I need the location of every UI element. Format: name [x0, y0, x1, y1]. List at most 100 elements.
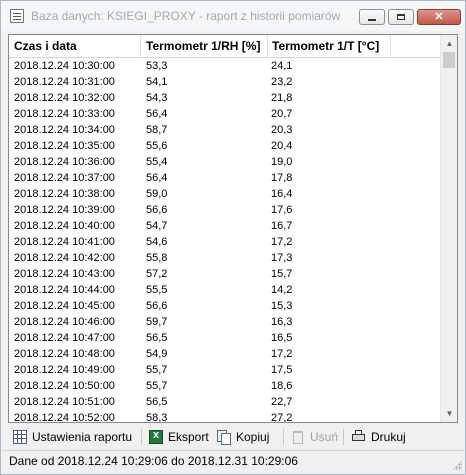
cell-temp: 18,6 — [271, 380, 293, 392]
report-settings-label: Ustawienia raportu — [32, 430, 133, 444]
vertical-scrollbar[interactable]: ▲ ▼ — [440, 35, 457, 422]
cell-rh: 56,4 — [146, 172, 168, 184]
cell-time: 2018.12.24 10:47:00 — [14, 332, 115, 344]
cell-temp: 16,7 — [271, 220, 293, 232]
cell-time: 2018.12.24 10:48:00 — [14, 348, 115, 360]
cell-temp: 16,5 — [271, 332, 293, 344]
cell-time: 2018.12.24 10:36:00 — [14, 156, 115, 168]
copy-button[interactable]: Kopiuj — [217, 427, 269, 447]
cell-time: 2018.12.24 10:52:00 — [14, 412, 115, 423]
cell-rh: 56,4 — [146, 108, 168, 120]
cell-rh: 55,7 — [146, 364, 168, 376]
table-row[interactable]: 2018.12.24 10:49:00 55,7 17,5 — [9, 362, 441, 378]
delete-button[interactable]: Usuń — [291, 427, 338, 447]
cell-time: 2018.12.24 10:41:00 — [14, 236, 115, 248]
cell-time: 2018.12.24 10:50:00 — [14, 380, 115, 392]
table-row[interactable]: 2018.12.24 10:40:00 54,7 16,7 — [9, 218, 441, 234]
cell-temp: 17,2 — [271, 348, 293, 360]
trash-icon — [293, 430, 303, 444]
maximize-icon — [397, 14, 405, 20]
close-button[interactable]: ✕ — [417, 9, 461, 25]
cell-temp: 15,7 — [271, 268, 293, 280]
cell-time: 2018.12.24 10:43:00 — [14, 268, 115, 280]
print-button[interactable]: Drukuj — [352, 427, 406, 447]
delete-label: Usuń — [310, 430, 339, 444]
table-row[interactable]: 2018.12.24 10:52:00 58,3 27,2 — [9, 410, 441, 423]
cell-time: 2018.12.24 10:33:00 — [14, 108, 115, 120]
cell-time: 2018.12.24 10:30:00 — [14, 60, 115, 72]
export-button[interactable]: Eksport — [149, 427, 209, 447]
table-row[interactable]: 2018.12.24 10:31:00 54,1 23,2 — [9, 74, 441, 90]
table-row[interactable]: 2018.12.24 10:41:00 54,6 17,2 — [9, 234, 441, 250]
cell-temp: 17,6 — [271, 204, 293, 216]
cell-temp: 21,8 — [271, 92, 293, 104]
cell-temp: 17,5 — [271, 364, 293, 376]
app-icon — [10, 9, 24, 23]
resize-grip-icon[interactable] — [452, 460, 462, 470]
scroll-up-icon: ▲ — [445, 39, 454, 48]
table-row[interactable]: 2018.12.24 10:47:00 56,5 16,5 — [9, 330, 441, 346]
table-row[interactable]: 2018.12.24 10:38:00 59,0 16,4 — [9, 186, 441, 202]
column-header-temp[interactable]: Termometr 1/T [°C] — [267, 35, 391, 57]
copy-label: Kopiuj — [236, 430, 270, 444]
scroll-down-button[interactable]: ▼ — [441, 405, 457, 422]
cell-time: 2018.12.24 10:34:00 — [14, 124, 115, 136]
table-row[interactable]: 2018.12.24 10:30:00 53,3 24,1 — [9, 58, 441, 74]
table-row[interactable]: 2018.12.24 10:35:00 55,6 20,4 — [9, 138, 441, 154]
cell-rh: 55,6 — [146, 140, 168, 152]
minimize-button[interactable] — [359, 9, 385, 25]
cell-rh: 56,5 — [146, 332, 168, 344]
table-row[interactable]: 2018.12.24 10:39:00 56,6 17,6 — [9, 202, 441, 218]
table-row[interactable]: 2018.12.24 10:51:00 56,5 22,7 — [9, 394, 441, 410]
table-row[interactable]: 2018.12.24 10:44:00 55,5 14,2 — [9, 282, 441, 298]
scroll-up-button[interactable]: ▲ — [441, 35, 457, 52]
table-icon — [13, 430, 27, 444]
cell-rh: 55,5 — [146, 284, 168, 296]
title-bar[interactable]: Baza danych: KSIEGI_PROXY - raport z his… — [1, 1, 465, 31]
maximize-button[interactable] — [388, 9, 414, 25]
table-row[interactable]: 2018.12.24 10:46:00 59,7 16,3 — [9, 314, 441, 330]
table-row[interactable]: 2018.12.24 10:36:00 55,4 19,0 — [9, 154, 441, 170]
table-row[interactable]: 2018.12.24 10:37:00 56,4 17,8 — [9, 170, 441, 186]
table-row[interactable]: 2018.12.24 10:45:00 56,6 15,3 — [9, 298, 441, 314]
cell-rh: 56,6 — [146, 204, 168, 216]
scroll-thumb[interactable] — [443, 52, 455, 68]
toolbar-separator — [141, 429, 142, 445]
table-row[interactable]: 2018.12.24 10:42:00 55,8 17,3 — [9, 250, 441, 266]
cell-temp: 17,8 — [271, 172, 293, 184]
cell-rh: 58,3 — [146, 412, 168, 423]
cell-time: 2018.12.24 10:39:00 — [14, 204, 115, 216]
grid-header: Czas i data Termometr 1/RH [%] Termometr… — [9, 35, 441, 58]
cell-time: 2018.12.24 10:32:00 — [14, 92, 115, 104]
column-divider[interactable] — [390, 35, 391, 57]
cell-temp: 19,0 — [271, 156, 293, 168]
cell-rh: 54,9 — [146, 348, 168, 360]
cell-temp: 22,7 — [271, 396, 293, 408]
table-row[interactable]: 2018.12.24 10:48:00 54,9 17,2 — [9, 346, 441, 362]
copy-icon — [217, 430, 231, 445]
table-row[interactable]: 2018.12.24 10:50:00 55,7 18,6 — [9, 378, 441, 394]
cell-rh: 57,2 — [146, 268, 168, 280]
table-row[interactable]: 2018.12.24 10:32:00 54,3 21,8 — [9, 90, 441, 106]
toolbar-separator — [283, 429, 284, 445]
cell-temp: 17,2 — [271, 236, 293, 248]
cell-temp: 14,2 — [271, 284, 293, 296]
cell-rh: 55,8 — [146, 252, 168, 264]
cell-rh: 54,6 — [146, 236, 168, 248]
table-row[interactable]: 2018.12.24 10:43:00 57,2 15,7 — [9, 266, 441, 282]
cell-temp: 17,3 — [271, 252, 293, 264]
table-row[interactable]: 2018.12.24 10:34:00 58,7 20,3 — [9, 122, 441, 138]
cell-rh: 56,6 — [146, 300, 168, 312]
measurement-grid[interactable]: Czas i data Termometr 1/RH [%] Termometr… — [8, 34, 458, 423]
cell-temp: 20,3 — [271, 124, 293, 136]
column-header-time[interactable]: Czas i data — [9, 35, 141, 57]
column-header-rh[interactable]: Termometr 1/RH [%] — [141, 35, 267, 57]
cell-temp: 24,1 — [271, 60, 293, 72]
table-row[interactable]: 2018.12.24 10:33:00 56,4 20,7 — [9, 106, 441, 122]
cell-rh: 56,5 — [146, 396, 168, 408]
cell-rh: 54,1 — [146, 76, 168, 88]
report-settings-button[interactable]: Ustawienia raportu — [13, 427, 132, 447]
cell-time: 2018.12.24 10:37:00 — [14, 172, 115, 184]
cell-temp: 20,4 — [271, 140, 293, 152]
cell-temp: 16,3 — [271, 316, 293, 328]
